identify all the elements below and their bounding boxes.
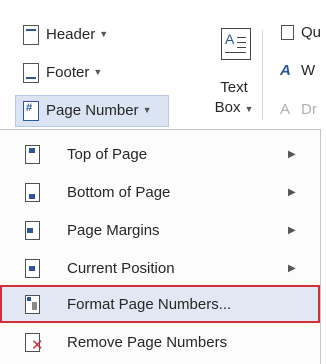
header-label: Header	[46, 25, 96, 43]
page-number-label: Page Number	[46, 101, 139, 119]
wordart-button[interactable]: A W	[280, 58, 315, 82]
header-button[interactable]: Header ▼	[22, 21, 108, 47]
menu-item-label: Top of Page	[67, 145, 148, 163]
chevron-down-icon: ▼	[93, 67, 103, 77]
quick-parts-label: Qu	[301, 23, 322, 41]
wordart-icon: A	[280, 62, 291, 79]
chevron-right-icon: ▶	[288, 186, 296, 198]
ribbon-insert-group: Header ▼ Footer ▼ Page Number ▼ A Text B…	[0, 0, 326, 130]
page-number-icon	[22, 100, 39, 121]
drop-cap-button[interactable]: A Dr	[280, 97, 317, 121]
top-of-page-icon	[24, 144, 40, 164]
chevron-right-icon: ▶	[288, 148, 296, 160]
page-number-dropdown-menu: Top of Page ▶ Bottom of Page ▶ Page Marg…	[0, 129, 321, 364]
current-position-icon	[24, 258, 40, 278]
menu-item-bottom-of-page[interactable]: Bottom of Page ▶	[0, 173, 320, 211]
format-page-numbers-icon	[24, 294, 40, 314]
bottom-of-page-icon	[24, 182, 40, 202]
ribbon-separator	[262, 30, 263, 120]
header-icon	[22, 24, 39, 45]
drop-cap-icon: A	[280, 101, 291, 118]
quick-parts-icon	[280, 24, 294, 40]
text-box-label-line1: Text	[220, 79, 248, 96]
chevron-right-icon: ▶	[288, 262, 296, 274]
chevron-down-icon: ▼	[142, 105, 152, 115]
menu-item-label: Format Page Numbers...	[67, 295, 232, 313]
footer-button[interactable]: Footer ▼	[22, 59, 102, 85]
menu-item-label: Page Margins	[67, 221, 160, 239]
remove-page-numbers-icon: ✕	[24, 332, 44, 353]
chevron-right-icon: ▶	[288, 224, 296, 236]
text-box-button[interactable]: Text Box ▼	[210, 78, 258, 119]
menu-item-format-page-numbers[interactable]: Format Page Numbers...	[0, 285, 320, 323]
page-margins-icon	[24, 220, 40, 240]
page-number-button[interactable]: Page Number ▼	[22, 97, 151, 123]
menu-item-label: Remove Page Numbers	[67, 333, 228, 351]
quick-parts-button[interactable]: Qu	[280, 20, 321, 44]
text-box-icon[interactable]: A	[221, 28, 251, 60]
wordart-label: W	[301, 61, 316, 79]
footer-icon	[22, 62, 39, 83]
footer-label: Footer	[46, 63, 90, 81]
menu-item-label: Bottom of Page	[67, 183, 171, 201]
chevron-down-icon: ▼	[244, 104, 254, 114]
menu-item-label: Current Position	[67, 259, 175, 277]
menu-item-top-of-page[interactable]: Top of Page ▶	[0, 135, 320, 173]
menu-item-page-margins[interactable]: Page Margins ▶	[0, 211, 320, 249]
menu-item-current-position[interactable]: Current Position ▶	[0, 249, 320, 287]
chevron-down-icon: ▼	[99, 29, 109, 39]
menu-item-remove-page-numbers[interactable]: ✕ Remove Page Numbers	[0, 323, 320, 361]
drop-cap-label: Dr	[301, 100, 317, 118]
text-box-label-line2: Box	[214, 99, 241, 116]
